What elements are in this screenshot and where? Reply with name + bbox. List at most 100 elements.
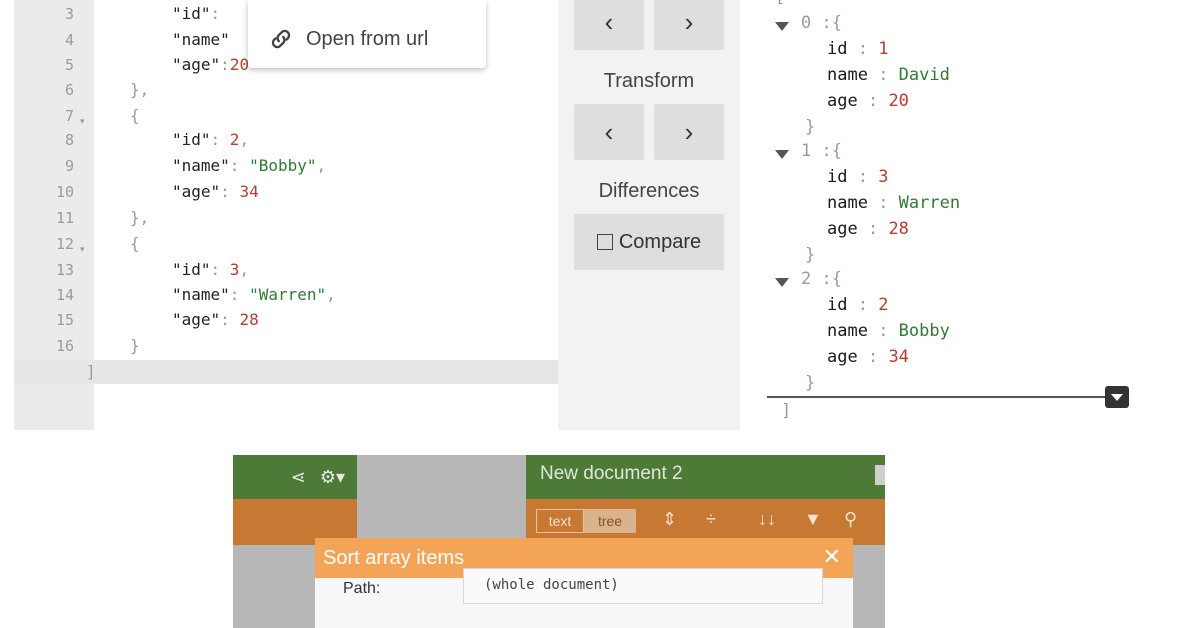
copy-right-button[interactable]: › bbox=[654, 0, 724, 50]
gear-icon[interactable]: ⚙▾ bbox=[320, 467, 345, 488]
sort-dialog: Sort array items ✕ Path: (whole document… bbox=[315, 538, 853, 628]
mode-tree-tab[interactable]: tree bbox=[584, 509, 636, 533]
copy-left-button[interactable]: ‹ bbox=[574, 0, 644, 50]
code-line: "id": bbox=[172, 4, 220, 24]
code-token: : bbox=[229, 156, 250, 175]
open-from-url-menu-item[interactable]: Open from url bbox=[268, 26, 428, 52]
code-token: { bbox=[130, 234, 140, 253]
fold-toggle-icon[interactable]: ▾ bbox=[80, 116, 85, 127]
code-line: { bbox=[130, 106, 140, 126]
sort-icon[interactable]: ↓↓ bbox=[758, 509, 776, 530]
collapse-handle[interactable] bbox=[1105, 386, 1129, 408]
code-token: , bbox=[239, 260, 250, 279]
transform-right-button[interactable]: › bbox=[654, 104, 724, 160]
tree-field[interactable]: age : 34 bbox=[827, 346, 909, 368]
tree-view[interactable]: [ 0 :{id : 1 name : David age : 20} 1 :{id … bbox=[745, 0, 1196, 430]
code-token: : bbox=[220, 55, 230, 74]
tree-item-close: } bbox=[805, 245, 816, 265]
code-token: : bbox=[210, 4, 221, 23]
expand-toggle-icon[interactable] bbox=[775, 278, 789, 287]
collapse-all-icon[interactable]: ÷ bbox=[706, 509, 716, 530]
chevron-down-icon bbox=[1111, 393, 1123, 401]
tree-divider-line bbox=[767, 396, 1117, 398]
line-number: 3 bbox=[64, 5, 74, 23]
search-icon[interactable]: ⚲ bbox=[844, 509, 857, 530]
line-number: 6 bbox=[64, 81, 74, 99]
line-number: 10 bbox=[55, 183, 74, 201]
share-icon[interactable]: ⋖ bbox=[291, 467, 306, 488]
tree-closing-bracket: ] bbox=[781, 401, 792, 421]
fold-toggle-icon[interactable]: ▾ bbox=[80, 244, 85, 255]
code-line: "age":20 bbox=[172, 55, 249, 75]
line-number: 11 bbox=[55, 209, 74, 227]
code-token: { bbox=[130, 106, 140, 125]
tree-field[interactable]: id : 3 bbox=[827, 166, 888, 188]
line-number: 8 bbox=[64, 131, 74, 149]
line-number: 15 bbox=[55, 311, 74, 329]
inset-screenshot: ⋖ ⚙▾ New document 2 text tree ⇕ ÷ ↓↓ ▼ ⚲… bbox=[233, 455, 885, 628]
code-line: { bbox=[130, 234, 140, 254]
code-token: : bbox=[220, 182, 240, 201]
line-number: 9 bbox=[64, 157, 74, 175]
code-token: "name" bbox=[172, 30, 230, 49]
code-token: "id" bbox=[172, 4, 211, 23]
code-token: "Warren" bbox=[249, 285, 327, 304]
code-token: }, bbox=[130, 208, 150, 227]
expand-toggle-icon[interactable] bbox=[775, 150, 789, 159]
filter-icon[interactable]: ▼ bbox=[804, 509, 822, 530]
actions-panel: ‹ › Transform ‹ › Differences Compare bbox=[558, 0, 740, 430]
code-token: "Bobby" bbox=[249, 156, 317, 175]
chevron-left-icon: ‹ bbox=[604, 6, 614, 37]
code-token: 2 bbox=[229, 130, 240, 149]
tree-field[interactable]: name : Warren bbox=[827, 192, 960, 214]
tree-item-index: 1 bbox=[801, 141, 812, 161]
code-line: "id": 3, bbox=[172, 260, 249, 280]
code-token: "name" bbox=[172, 285, 230, 304]
tree-item-header[interactable]: 1 :{ bbox=[801, 140, 842, 162]
line-number: 14 bbox=[55, 286, 74, 304]
tree-field-value: 2 bbox=[878, 295, 889, 315]
tree-item-header[interactable]: 0 :{ bbox=[801, 12, 842, 34]
code-line: "name": "Warren", bbox=[172, 285, 336, 305]
close-icon[interactable]: ✕ bbox=[823, 544, 841, 570]
tree-field[interactable]: name : Bobby bbox=[827, 320, 950, 342]
transform-label: Transform bbox=[603, 70, 695, 92]
code-line: "name" bbox=[172, 30, 230, 50]
mode-text-tab[interactable]: text bbox=[536, 509, 584, 533]
tree-field-key: age bbox=[827, 91, 858, 111]
line-number: 4 bbox=[64, 31, 74, 49]
compare-button[interactable]: Compare bbox=[574, 214, 724, 270]
code-token: : bbox=[210, 260, 230, 279]
tree-item-close: } bbox=[805, 117, 816, 137]
code-token: }, bbox=[130, 80, 150, 99]
code-token: : bbox=[210, 130, 230, 149]
tree-item-index: 0 bbox=[801, 13, 812, 33]
tree-field-key: id bbox=[827, 167, 848, 187]
tree-field-value: 3 bbox=[878, 167, 889, 187]
code-token: , bbox=[316, 156, 327, 175]
path-field[interactable]: (whole document) bbox=[463, 568, 823, 604]
tree-field[interactable]: name : David bbox=[827, 64, 950, 86]
line-number: 13 bbox=[55, 261, 74, 279]
code-line: "id": 2, bbox=[172, 130, 249, 150]
tree-field[interactable]: age : 20 bbox=[827, 90, 909, 112]
document-title-bar: New document 2 bbox=[526, 455, 885, 499]
tree-field[interactable]: age : 28 bbox=[827, 218, 909, 240]
code-token: , bbox=[239, 130, 250, 149]
code-line: "name": "Bobby", bbox=[172, 156, 326, 176]
expand-toggle-icon[interactable] bbox=[775, 22, 789, 31]
differences-label: Differences bbox=[598, 180, 700, 202]
title-bar-button[interactable] bbox=[875, 465, 885, 485]
chevron-right-icon: › bbox=[684, 116, 694, 147]
tree-field-key: name bbox=[827, 321, 868, 341]
expand-all-icon[interactable]: ⇕ bbox=[662, 509, 677, 530]
code-token: "age" bbox=[172, 182, 221, 201]
tree-field[interactable]: id : 2 bbox=[827, 294, 888, 316]
transform-left-button[interactable]: ‹ bbox=[574, 104, 644, 160]
line-number: 12 bbox=[55, 235, 74, 253]
code-token: "age" bbox=[172, 310, 221, 329]
tree-field[interactable]: id : 1 bbox=[827, 38, 888, 60]
tree-field-value: Bobby bbox=[898, 321, 950, 341]
tree-item-header[interactable]: 2 :{ bbox=[801, 268, 842, 290]
code-token: 34 bbox=[239, 182, 259, 201]
